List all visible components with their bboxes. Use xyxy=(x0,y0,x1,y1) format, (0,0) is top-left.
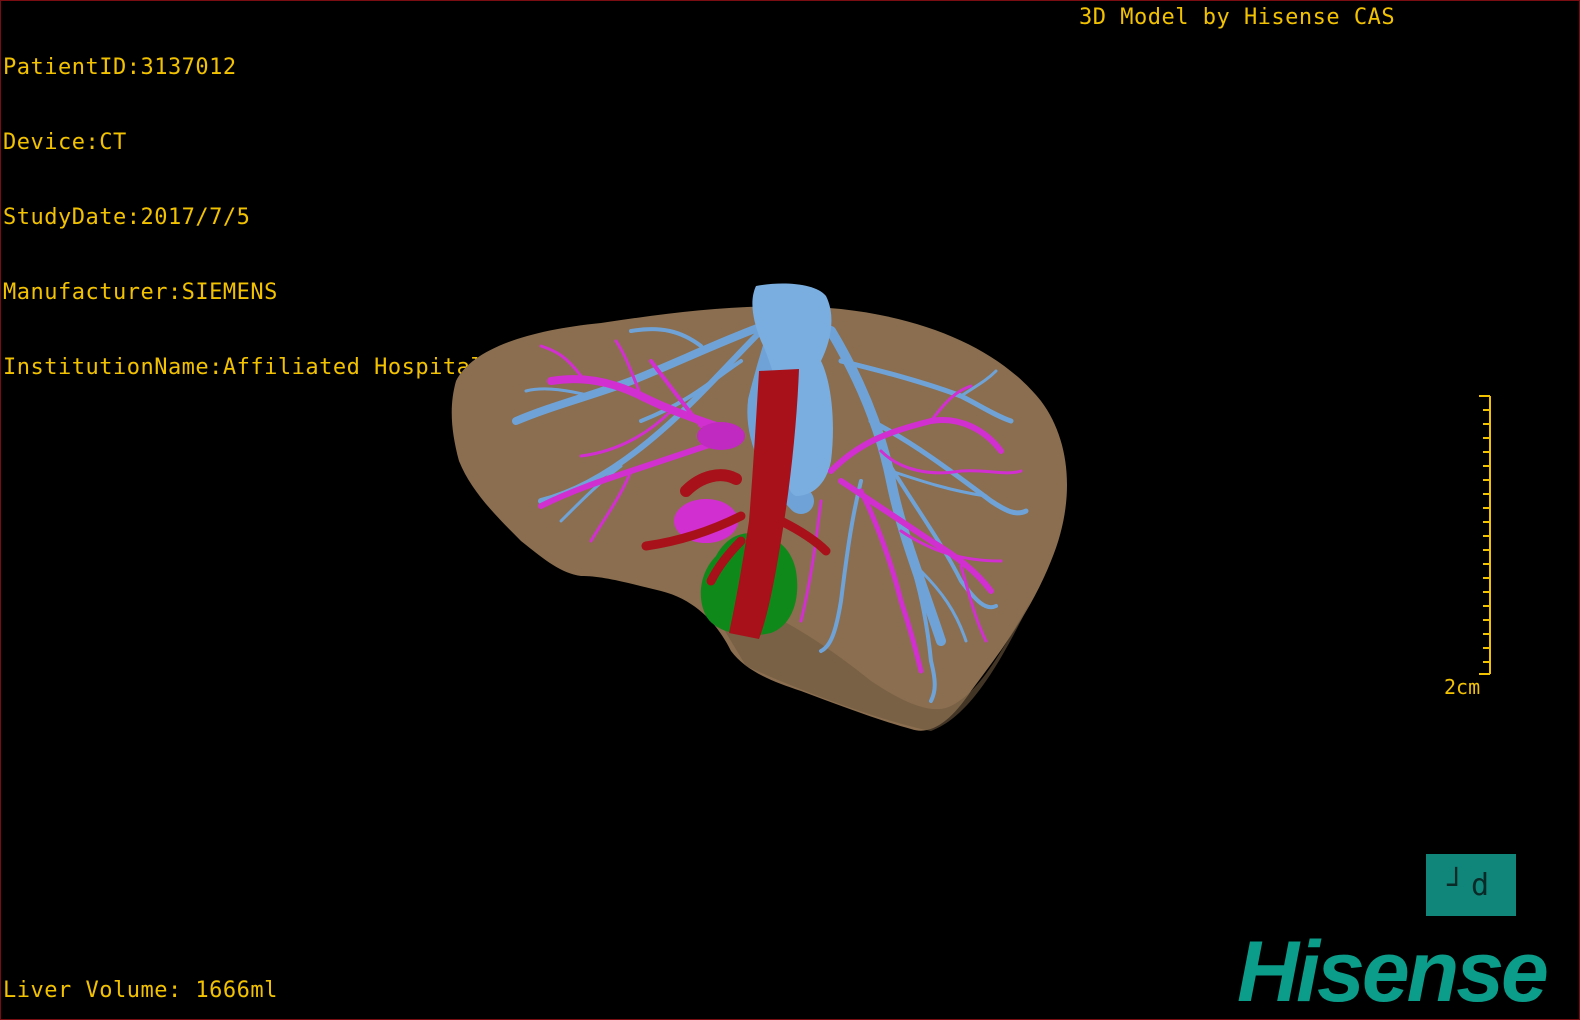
liver-volume: Liver Volume: 1666ml xyxy=(3,978,278,1003)
3d-viewport[interactable]: PatientID:3137012 Device:CT StudyDate:20… xyxy=(0,0,1580,1020)
scale-bar xyxy=(1479,395,1491,675)
liver-model[interactable] xyxy=(1,1,1580,1020)
hisense-logo: Hisense xyxy=(1237,924,1549,1020)
portal-branch-node xyxy=(697,422,745,450)
scale-label: 2cm xyxy=(1444,675,1481,699)
orientation-cube-icon[interactable]: ┘d xyxy=(1426,854,1516,916)
